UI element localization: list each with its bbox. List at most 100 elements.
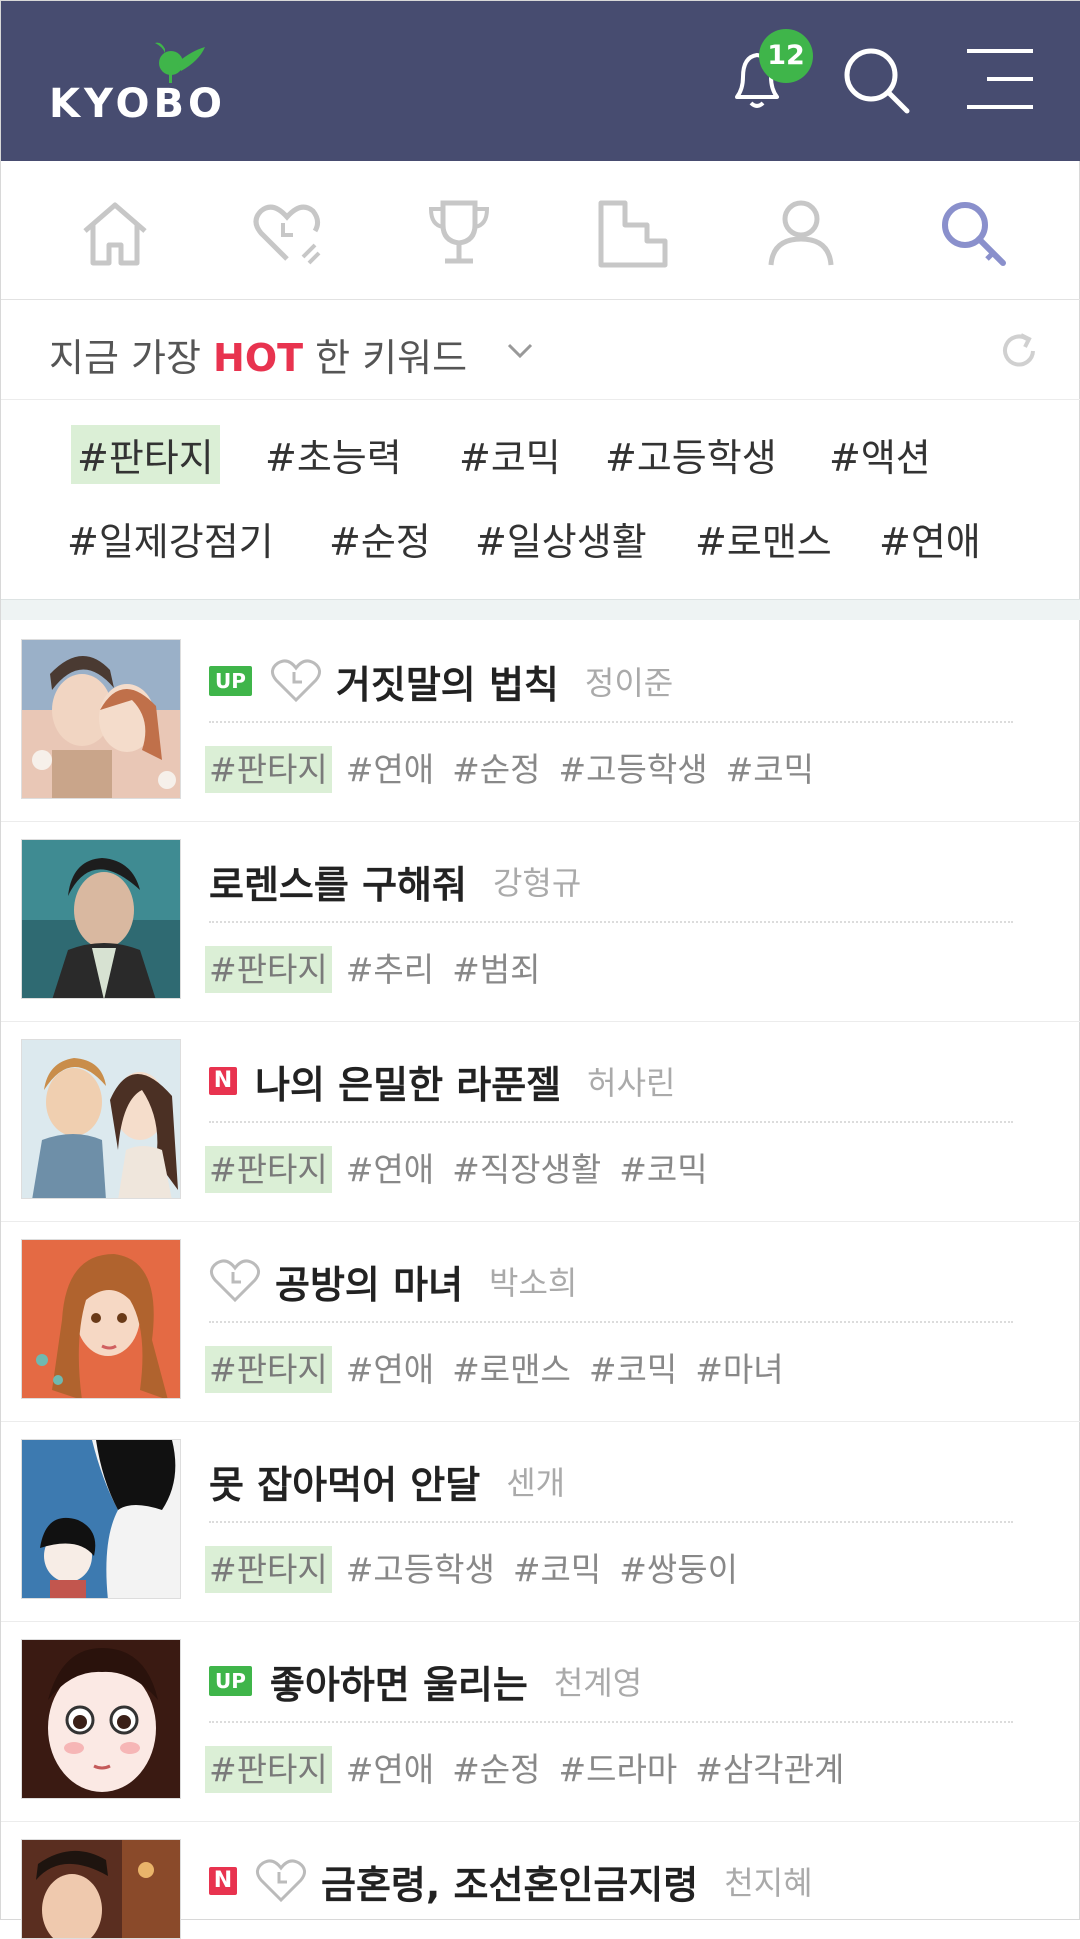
- genre-tag[interactable]: #삼각관계: [695, 1750, 844, 1789]
- webtoon-thumbnail[interactable]: [21, 639, 181, 799]
- webtoon-title[interactable]: 거짓말의 법칙: [336, 654, 559, 709]
- webtoon-author: 천지혜: [724, 1864, 813, 1902]
- genre-tag[interactable]: #직장생활: [452, 1150, 601, 1189]
- chevron-down-icon[interactable]: [505, 335, 535, 365]
- favorites-icon[interactable]: [249, 195, 325, 271]
- search-icon[interactable]: [837, 41, 913, 117]
- tag-list: #판타지 #추리 #범죄: [205, 943, 558, 993]
- keyword-tag[interactable]: #초능력: [265, 427, 402, 482]
- genre-tag[interactable]: #코믹: [619, 1150, 707, 1189]
- webtoon-title[interactable]: 공방의 마녀: [275, 1254, 463, 1309]
- keyword-search-icon[interactable]: [935, 195, 1011, 271]
- genre-tag[interactable]: #추리: [346, 950, 434, 989]
- title-line: UP 좋아하면 울리는 천계영: [209, 1651, 642, 1711]
- webtoon-title[interactable]: 나의 은밀한 라푼젤: [255, 1054, 561, 1109]
- genre-tag[interactable]: #고등학생: [558, 750, 707, 789]
- keyword-tag[interactable]: #고등학생: [605, 427, 777, 482]
- tag-list: #판타지 #고등학생 #코믹 #쌍둥이: [205, 1543, 756, 1593]
- category-nav: [1, 161, 1080, 300]
- trophy-icon[interactable]: [421, 195, 497, 271]
- genre-tag[interactable]: #드라마: [558, 1750, 677, 1789]
- dotted-divider: [209, 1321, 1013, 1323]
- heart-clock-icon[interactable]: [209, 1258, 261, 1304]
- dotted-divider: [209, 1721, 1013, 1723]
- webtoon-list-item[interactable]: 못 잡아먹어 안달 센개 #판타지 #고등학생 #코믹 #쌍둥이: [1, 1421, 1080, 1622]
- tag-list: #판타지 #연애 #로맨스 #코믹 #마녀: [205, 1343, 802, 1393]
- new-badge: N: [209, 1067, 237, 1095]
- hot-highlight: HOT: [213, 336, 304, 380]
- dotted-divider: [209, 1521, 1013, 1523]
- genre-tag[interactable]: #쌍둥이: [619, 1550, 738, 1589]
- kyobo-logo[interactable]: KYOBO: [49, 41, 222, 127]
- webtoon-thumbnail[interactable]: [21, 1239, 181, 1399]
- keyword-tag[interactable]: #액션: [829, 427, 931, 482]
- keyword-tag[interactable]: #일제강점기: [67, 511, 274, 566]
- genre-tag[interactable]: #판타지: [205, 1146, 332, 1193]
- genre-tag[interactable]: #고등학생: [346, 1550, 495, 1589]
- genre-tag[interactable]: #연애: [346, 1150, 434, 1189]
- genre-shelf-icon[interactable]: [595, 195, 671, 271]
- genre-tag[interactable]: #판타지: [205, 746, 332, 793]
- keyword-tag[interactable]: #일상생활: [475, 511, 647, 566]
- keyword-tag[interactable]: #판타지: [71, 425, 220, 484]
- webtoon-thumbnail[interactable]: [21, 1639, 181, 1799]
- title-line: N 나의 은밀한 라푼젤 허사린: [209, 1051, 675, 1111]
- heart-clock-icon[interactable]: [270, 658, 322, 704]
- genre-tag[interactable]: #코믹: [513, 1550, 601, 1589]
- genre-tag[interactable]: #연애: [346, 1350, 434, 1389]
- hot-keyword-title: 지금 가장 HOT 한 키워드: [49, 327, 467, 382]
- webtoon-thumbnail[interactable]: [21, 839, 181, 999]
- up-badge: UP: [209, 1666, 252, 1696]
- keyword-tag[interactable]: #로맨스: [695, 511, 832, 566]
- genre-tag[interactable]: #판타지: [205, 1346, 332, 1393]
- hamburger-menu-icon[interactable]: [963, 41, 1039, 117]
- genre-tag[interactable]: #판타지: [205, 946, 332, 993]
- webtoon-title[interactable]: 로렌스를 구해줘: [209, 854, 467, 909]
- heart-clock-icon[interactable]: [255, 1858, 307, 1904]
- keyword-tag[interactable]: #코믹: [459, 427, 561, 482]
- genre-tag[interactable]: #로맨스: [452, 1350, 571, 1389]
- genre-tag[interactable]: #코믹: [589, 1350, 677, 1389]
- title-line: 로렌스를 구해줘 강형규: [209, 851, 581, 911]
- webtoon-thumbnail[interactable]: [21, 1439, 181, 1599]
- title-line: 못 잡아먹어 안달 센개: [209, 1451, 565, 1511]
- webtoon-list-item[interactable]: 공방의 마녀 박소희 #판타지 #연애 #로맨스 #코믹 #마녀: [1, 1221, 1080, 1422]
- webtoon-author: 천계영: [553, 1664, 643, 1702]
- genre-tag[interactable]: #코믹: [726, 750, 814, 789]
- genre-tag[interactable]: #판타지: [205, 1746, 332, 1793]
- genre-tag[interactable]: #판타지: [205, 1546, 332, 1593]
- webtoon-list-item[interactable]: N 금혼령, 조선혼인금지령 천지혜: [1, 1821, 1080, 1939]
- genre-tag[interactable]: #연애: [346, 750, 434, 789]
- hot-keyword-header[interactable]: 지금 가장 HOT 한 키워드: [1, 299, 1080, 400]
- webtoon-thumbnail[interactable]: [21, 1039, 181, 1199]
- dotted-divider: [209, 1121, 1013, 1123]
- keyword-tag[interactable]: #순정: [329, 511, 431, 566]
- webtoon-title[interactable]: 좋아하면 울리는: [270, 1654, 528, 1709]
- webtoon-list-item[interactable]: N 나의 은밀한 라푼젤 허사린 #판타지 #연애 #직장생활 #코믹: [1, 1021, 1080, 1222]
- webtoon-title[interactable]: 못 잡아먹어 안달: [209, 1454, 480, 1509]
- title-line: 공방의 마녀 박소희: [209, 1251, 577, 1311]
- up-badge: UP: [209, 666, 252, 696]
- my-page-icon[interactable]: [763, 195, 839, 271]
- webtoon-thumbnail[interactable]: [21, 1839, 181, 1939]
- keyword-tag[interactable]: #연애: [879, 511, 981, 566]
- title-line: UP 거짓말의 법칙 정이준: [209, 651, 673, 711]
- app-header: KYOBO 12: [1, 1, 1080, 161]
- webtoon-list-item[interactable]: UP 거짓말의 법칙 정이준 #판타지 #연애 #순정 #고등학생 #코믹: [1, 621, 1080, 822]
- genre-tag[interactable]: #순정: [452, 750, 540, 789]
- tag-list: #판타지 #연애 #순정 #드라마 #삼각관계: [205, 1743, 862, 1793]
- hot-title-suffix: 한 키워드: [315, 336, 468, 380]
- dotted-divider: [209, 921, 1013, 923]
- refresh-icon[interactable]: [997, 329, 1041, 373]
- genre-tag[interactable]: #마녀: [695, 1350, 783, 1389]
- webtoon-title[interactable]: 금혼령, 조선혼인금지령: [321, 1854, 698, 1909]
- genre-tag[interactable]: #순정: [452, 1750, 540, 1789]
- webtoon-list-item[interactable]: 로렌스를 구해줘 강형규 #판타지 #추리 #범죄: [1, 821, 1080, 1022]
- webtoon-list-item[interactable]: UP 좋아하면 울리는 천계영 #판타지 #연애 #순정 #드라마 #삼각관계: [1, 1621, 1080, 1822]
- genre-tag[interactable]: #범죄: [452, 950, 540, 989]
- webtoon-author: 강형규: [492, 864, 582, 902]
- webtoon-author: 허사린: [587, 1064, 676, 1102]
- genre-tag[interactable]: #연애: [346, 1750, 434, 1789]
- section-divider: [1, 599, 1080, 620]
- home-icon[interactable]: [77, 195, 153, 271]
